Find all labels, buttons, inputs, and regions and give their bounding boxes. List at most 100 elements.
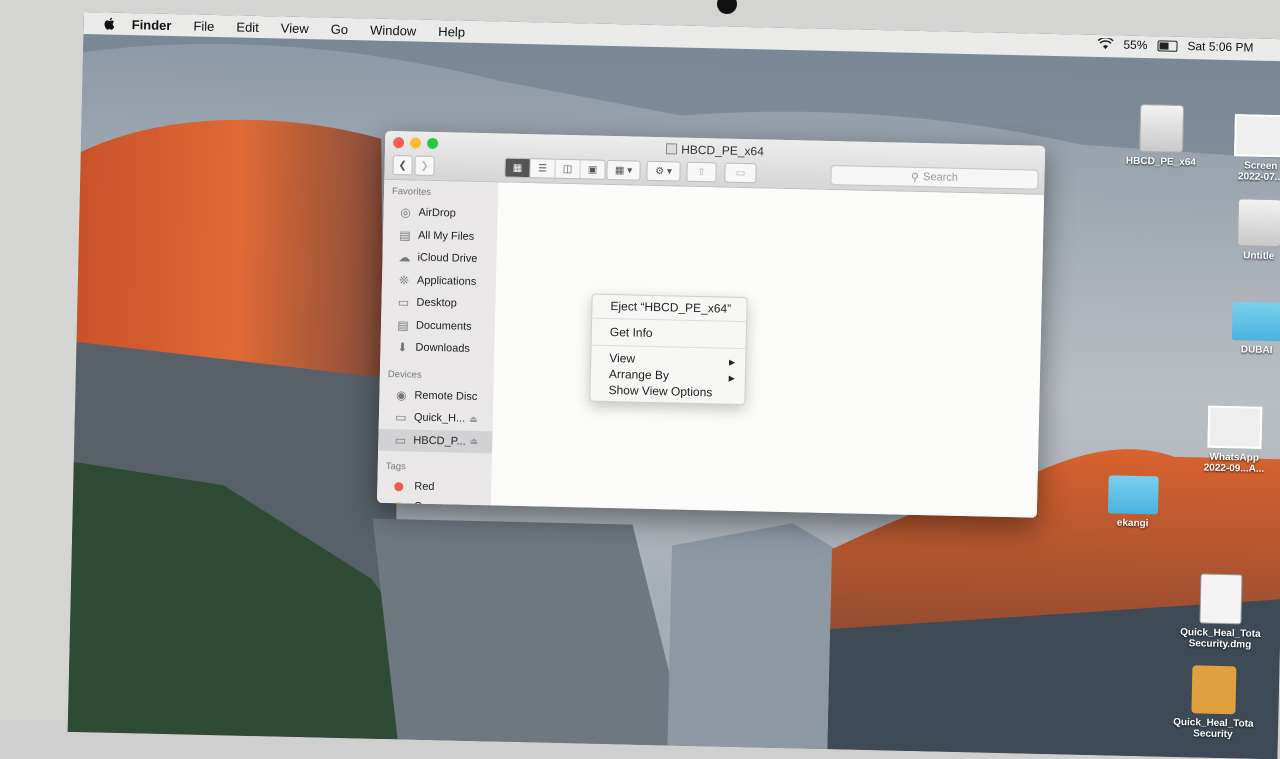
context-menu: Eject “HBCD_PE_x64” Get Info View ▶ Arra…	[589, 293, 748, 406]
sidebar-item-icloud-drive[interactable]: ☁ iCloud Drive	[382, 246, 496, 271]
action-gear-icon[interactable]: ⚙ ▾	[646, 160, 681, 182]
forward-button[interactable]: ❯	[414, 155, 435, 176]
submenu-arrow-icon: ▶	[728, 357, 736, 367]
menu-item-arrange-by[interactable]: Arrange By	[609, 367, 669, 382]
search-placeholder: Search	[922, 171, 959, 184]
coverflow-view-icon[interactable]: ▣	[580, 160, 605, 179]
menu-separator	[591, 344, 746, 350]
drive-icon	[1236, 198, 1280, 248]
menu-edit[interactable]: Edit	[236, 19, 259, 35]
wifi-icon[interactable]	[1097, 38, 1114, 50]
desktop-icon-label: Quick_Heal_Tota Security	[1173, 716, 1254, 741]
back-button[interactable]: ❮	[392, 155, 413, 176]
file-area[interactable]	[490, 182, 1045, 518]
sidebar-item-label: iCloud Drive	[417, 251, 478, 266]
submenu-arrow-icon: ▶	[728, 373, 735, 383]
desktop-icon-label: ekangi	[1116, 517, 1149, 530]
search-icon: ⚲	[910, 171, 920, 184]
eject-icon[interactable]: ⏏	[469, 414, 478, 425]
disc-icon: ◉	[395, 387, 407, 403]
menu-item-view[interactable]: View	[609, 351, 635, 366]
desktop-icon-label: Screen 2022-07...	[1237, 160, 1280, 184]
sidebar-item-desktop[interactable]: ▭ Desktop	[381, 291, 495, 316]
menu-item-get-info[interactable]: Get Info	[610, 325, 653, 340]
sidebar-item-label: Applications	[416, 274, 477, 288]
desktop-icon-label: Quick_Heal_Tota Security.dmg	[1180, 627, 1261, 651]
view-switcher: ▦ ☰ ◫ ▣	[504, 157, 606, 180]
desktop-icon-label: DUBAI	[1240, 344, 1273, 357]
menu-finder[interactable]: Finder	[132, 17, 172, 33]
sidebar-item-documents[interactable]: ▤ Documents	[381, 313, 495, 338]
menu-go[interactable]: Go	[331, 21, 349, 36]
desktop-icon-label: WhatsApp 2022-09...A...	[1203, 451, 1265, 475]
sidebar-item-applications[interactable]: ❊ Applications	[382, 268, 496, 293]
desktop-icon-ekangi[interactable]: ekangi	[1093, 475, 1174, 530]
arrange-button[interactable]: ▦ ▾	[606, 159, 641, 181]
image-thumbnail-icon	[1207, 405, 1263, 449]
battery-icon[interactable]	[1157, 39, 1178, 52]
drive-icon: ▭	[395, 410, 407, 425]
sidebar-header-devices: Devices	[387, 368, 422, 381]
sidebar-item-label: Remote Disc	[414, 389, 478, 403]
status-area: 55% Sat 5:06 PM	[1087, 37, 1254, 55]
search-field[interactable]: ⚲ Search	[830, 164, 1039, 190]
sidebar-item-label: Quick_H...	[413, 411, 466, 426]
airdrop-icon: ◎	[400, 205, 411, 220]
folder-icon	[1107, 475, 1159, 515]
desktop-icon-hbcd[interactable]: HBCD_PE_x64	[1121, 103, 1202, 169]
image-thumbnail-icon	[1234, 114, 1280, 158]
screen: Finder File Edit View Go Window Help 55%…	[67, 12, 1280, 759]
eject-icon[interactable]: ⏏	[470, 436, 479, 447]
sidebar-item-label: Downloads	[415, 341, 471, 356]
sidebar-item-tag-red[interactable]: Red	[377, 476, 491, 499]
tag-red-dot	[394, 481, 404, 491]
sidebar-item-label: HBCD_P...	[413, 434, 466, 448]
drive-icon: ▭	[394, 432, 407, 448]
clock[interactable]: Sat 5:06 PM	[1187, 39, 1253, 54]
desktop-icon-dubai[interactable]: DUBAI	[1217, 302, 1280, 357]
sidebar-item-remote-disc[interactable]: ◉ Remote Disc	[379, 383, 493, 408]
documents-icon: ▤	[397, 317, 409, 333]
sidebar-item-label: Documents	[415, 319, 472, 333]
desktop-icon-label: HBCD_PE_x64	[1125, 155, 1197, 169]
sidebar-item-downloads[interactable]: ⬇ Downloads	[380, 336, 494, 361]
sidebar-item-label: AirDrop	[418, 206, 456, 220]
desktop-icon-quickheal[interactable]: Quick_Heal_Tota Security	[1173, 665, 1255, 741]
desktop-icon-screenshot[interactable]: Screen 2022-07...	[1220, 114, 1280, 184]
tag-icon[interactable]: ▭	[724, 162, 757, 184]
share-icon[interactable]: ⇧	[686, 161, 717, 183]
drive-icon	[1139, 103, 1185, 153]
sidebar-item-label: All My Files	[417, 229, 475, 243]
disk-image-icon	[1199, 573, 1243, 625]
icon-view-icon[interactable]: ▦	[505, 158, 531, 178]
list-view-icon[interactable]: ☰	[530, 159, 556, 178]
menu-file[interactable]: File	[193, 18, 214, 33]
menu-window[interactable]: Window	[370, 22, 417, 38]
finder-window: HBCD_PE_x64 ❮ ❯ ▦ ☰ ◫ ▣ ▦ ▾ ⚙ ▾ ⇧ ▭ ⚲ Sea…	[376, 130, 1046, 518]
sidebar-item-label: Desktop	[416, 296, 457, 310]
sidebar-item-all-my-files[interactable]: ▤ All My Files	[383, 223, 497, 248]
menu-help[interactable]: Help	[438, 24, 465, 40]
sidebar-item-airdrop[interactable]: ◎ AirDrop	[383, 201, 497, 226]
sidebar-item-quick-heal[interactable]: ▭ Quick_H... ⏏	[379, 406, 493, 431]
menu-separator	[592, 317, 747, 323]
menu-item-eject[interactable]: Eject “HBCD_PE_x64”	[610, 299, 731, 316]
battery-percent[interactable]: 55%	[1123, 38, 1147, 53]
downloads-icon: ⬇	[397, 340, 408, 355]
column-view-icon[interactable]: ◫	[555, 159, 581, 179]
folder-icon	[1231, 302, 1280, 342]
apple-menu-icon[interactable]	[102, 15, 118, 31]
desktop-icon-untitled[interactable]: Untitle	[1219, 198, 1280, 263]
sidebar-header-tags: Tags	[385, 460, 406, 473]
desktop-icon-whatsapp[interactable]: WhatsApp 2022-09...A...	[1194, 405, 1276, 475]
desktop-icon-quickheal-dmg[interactable]: Quick_Heal_Tota Security.dmg	[1180, 573, 1262, 651]
sidebar-item-label: Red	[414, 480, 435, 494]
applications-icon: ❊	[398, 272, 410, 288]
sidebar-item-hbcd[interactable]: ▭ HBCD_P... ⏏	[378, 428, 493, 454]
cloud-icon: ☁	[398, 250, 411, 265]
menu-view[interactable]: View	[281, 20, 309, 36]
package-icon	[1191, 665, 1237, 715]
menu-item-show-view-options[interactable]: Show View Options	[608, 383, 712, 399]
sidebar-header-favorites: Favorites	[391, 186, 432, 198]
all-files-icon: ▤	[399, 227, 411, 243]
